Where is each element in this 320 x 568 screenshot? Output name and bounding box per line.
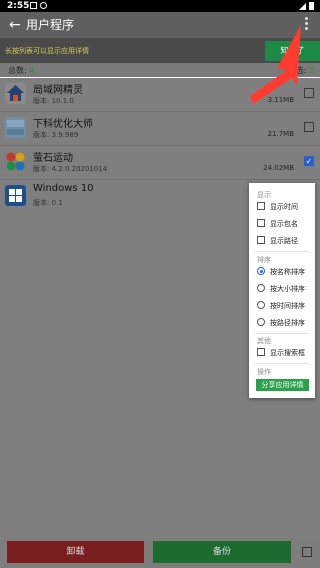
menu-show-time[interactable]: 显示时间 <box>257 199 313 213</box>
status-time: 2:55 <box>7 1 30 11</box>
list-item[interactable]: 下科优化大师 版本: 3.9.989 21.7MB <box>0 112 320 146</box>
menu-show-path[interactable]: 显示路径 <box>257 233 313 247</box>
signal-icon <box>299 2 306 10</box>
bottom-bar: 卸载 备份 <box>0 538 320 568</box>
options-menu: 显示 显示时间 显示包名 显示路径 排序 按名称排序 按大小排序 按时间排序 按… <box>249 183 315 398</box>
select-checkbox-checked[interactable]: ✓ <box>304 156 314 166</box>
list-item[interactable]: 萤石运动 版本: 4.2.0.20201014 24.02MB ✓ <box>0 146 320 180</box>
app-version: 版本: 0.1 <box>33 199 63 207</box>
page-title: 用户程序 <box>26 18 75 32</box>
share-app-details-button[interactable]: 分享应用详情 <box>256 379 309 391</box>
got-it-button[interactable]: 知道了 <box>265 41 320 61</box>
select-checkbox[interactable] <box>304 88 314 98</box>
selected-count: 已选: 2 <box>287 66 314 75</box>
app-size: 24.02MB <box>263 164 294 172</box>
hint-banner: 长按列表可以显示应用详情 知道了 <box>0 38 320 63</box>
app-name: Windows 10 <box>33 183 94 194</box>
select-checkbox[interactable] <box>304 122 314 132</box>
app-name: 局域网精灵 <box>33 85 83 96</box>
uninstall-button[interactable]: 卸载 <box>7 541 144 563</box>
app-bar: ← 用户程序 <box>0 12 320 38</box>
app-name: 萤石运动 <box>33 153 73 164</box>
total-count: 总数: 4 <box>8 66 35 75</box>
windows-icon <box>5 185 26 206</box>
overflow-menu-icon[interactable] <box>305 17 308 33</box>
menu-sort-size[interactable]: 按大小排序 <box>257 281 313 295</box>
notification-icon <box>30 2 37 9</box>
menu-sort-time[interactable]: 按时间排序 <box>257 298 313 312</box>
app-name: 下科优化大师 <box>33 119 93 130</box>
menu-show-package[interactable]: 显示包名 <box>257 216 313 230</box>
backup-button[interactable]: 备份 <box>153 541 291 563</box>
menu-section-action: 操作 <box>257 368 271 376</box>
lan-house-icon <box>5 83 26 104</box>
battery-icon <box>309 2 314 10</box>
hint-text: 长按列表可以显示应用详情 <box>5 47 89 55</box>
status-bar: 2:55 <box>0 0 320 12</box>
select-all-checkbox[interactable] <box>302 547 312 557</box>
menu-sort-name[interactable]: 按名称排序 <box>257 264 313 278</box>
menu-show-search[interactable]: 显示搜索框 <box>257 345 313 359</box>
app-size: 21.7MB <box>267 130 294 138</box>
summary-bar: 总数: 4 已选: 2 <box>0 63 320 77</box>
list-item[interactable]: 局域网精灵 版本: 10.1.0 3.11MB <box>0 78 320 112</box>
app-version: 版本: 3.9.989 <box>33 131 79 139</box>
app-size: 3.11MB <box>267 96 294 104</box>
menu-sort-path[interactable]: 按路径排序 <box>257 315 313 329</box>
sport-pinwheel-icon <box>5 151 26 172</box>
app-version: 版本: 10.1.0 <box>33 97 74 105</box>
app-version: 版本: 4.2.0.20201014 <box>33 165 108 173</box>
back-arrow-icon[interactable]: ← <box>9 17 21 33</box>
notification-icon <box>40 2 47 9</box>
optimizer-icon <box>5 117 26 138</box>
